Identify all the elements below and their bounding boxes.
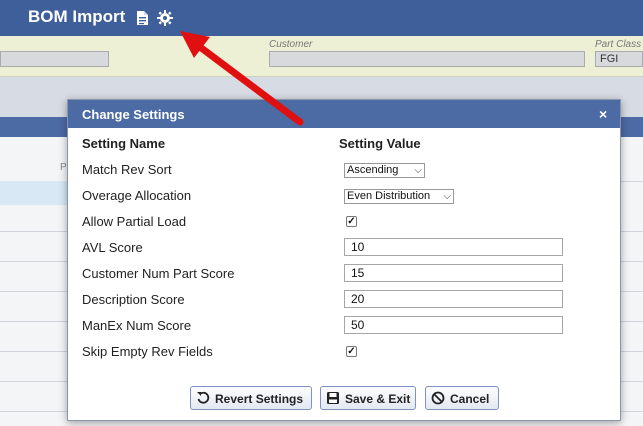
ban-icon: [431, 391, 445, 405]
allow-partial-load-checkbox[interactable]: ✓: [346, 216, 357, 227]
customer-label: Customer: [269, 39, 313, 50]
grid-row-selected[interactable]: [0, 181, 70, 205]
save-exit-button[interactable]: Save & Exit: [320, 386, 416, 410]
setting-label-overage-allocation: Overage Allocation: [82, 188, 192, 203]
avl-score-input[interactable]: 10: [344, 238, 563, 256]
cancel-button[interactable]: Cancel: [425, 386, 499, 410]
match-rev-sort-select[interactable]: Ascending ⌵: [344, 163, 425, 178]
revert-settings-button[interactable]: Revert Settings: [190, 386, 312, 410]
save-exit-label: Save & Exit: [345, 392, 411, 406]
setting-value-header: Setting Value: [339, 136, 421, 151]
cancel-label: Cancel: [450, 392, 490, 406]
select-value: Ascending: [347, 164, 399, 176]
dialog-title: Change Settings: [82, 107, 185, 122]
chevron-down-icon: ⌵: [443, 190, 451, 203]
page-title: BOM Import: [28, 7, 126, 26]
floppy-disk-icon: [327, 392, 339, 404]
select-value: Even Distribution: [347, 190, 431, 202]
document-icon[interactable]: [133, 9, 151, 27]
filter-field-left[interactable]: [0, 51, 109, 67]
skip-empty-rev-fields-checkbox[interactable]: ✓: [346, 346, 357, 357]
setting-label-skip-empty-rev-fields: Skip Empty Rev Fields: [82, 344, 213, 359]
chevron-down-icon: ⌵: [414, 165, 422, 176]
setting-label-customer-num-part-score: Customer Num Part Score: [82, 266, 235, 281]
gear-icon[interactable]: [156, 9, 174, 27]
part-class-label: Part Class: [595, 39, 642, 50]
setting-name-header: Setting Name: [82, 136, 166, 151]
setting-label-allow-partial-load: Allow Partial Load: [82, 214, 187, 229]
customer-field[interactable]: [269, 51, 585, 67]
description-score-input[interactable]: 20: [344, 290, 563, 308]
change-settings-dialog: Change Settings × Setting Name Setting V…: [67, 99, 621, 421]
manex-num-score-input[interactable]: 50: [344, 316, 563, 334]
part-class-field[interactable]: FGI: [595, 51, 643, 67]
close-icon[interactable]: ×: [599, 106, 607, 122]
setting-label-description-score: Description Score: [82, 292, 185, 307]
undo-icon: [197, 391, 210, 404]
setting-label-manex-num-score: ManEx Num Score: [82, 318, 192, 333]
setting-label-avl-score: AVL Score: [82, 240, 143, 255]
setting-label-match-rev-sort: Match Rev Sort: [82, 162, 172, 177]
revert-settings-label: Revert Settings: [215, 392, 304, 406]
overage-allocation-select[interactable]: Even Distribution ⌵: [344, 189, 454, 204]
customer-num-part-score-input[interactable]: 15: [344, 264, 563, 282]
